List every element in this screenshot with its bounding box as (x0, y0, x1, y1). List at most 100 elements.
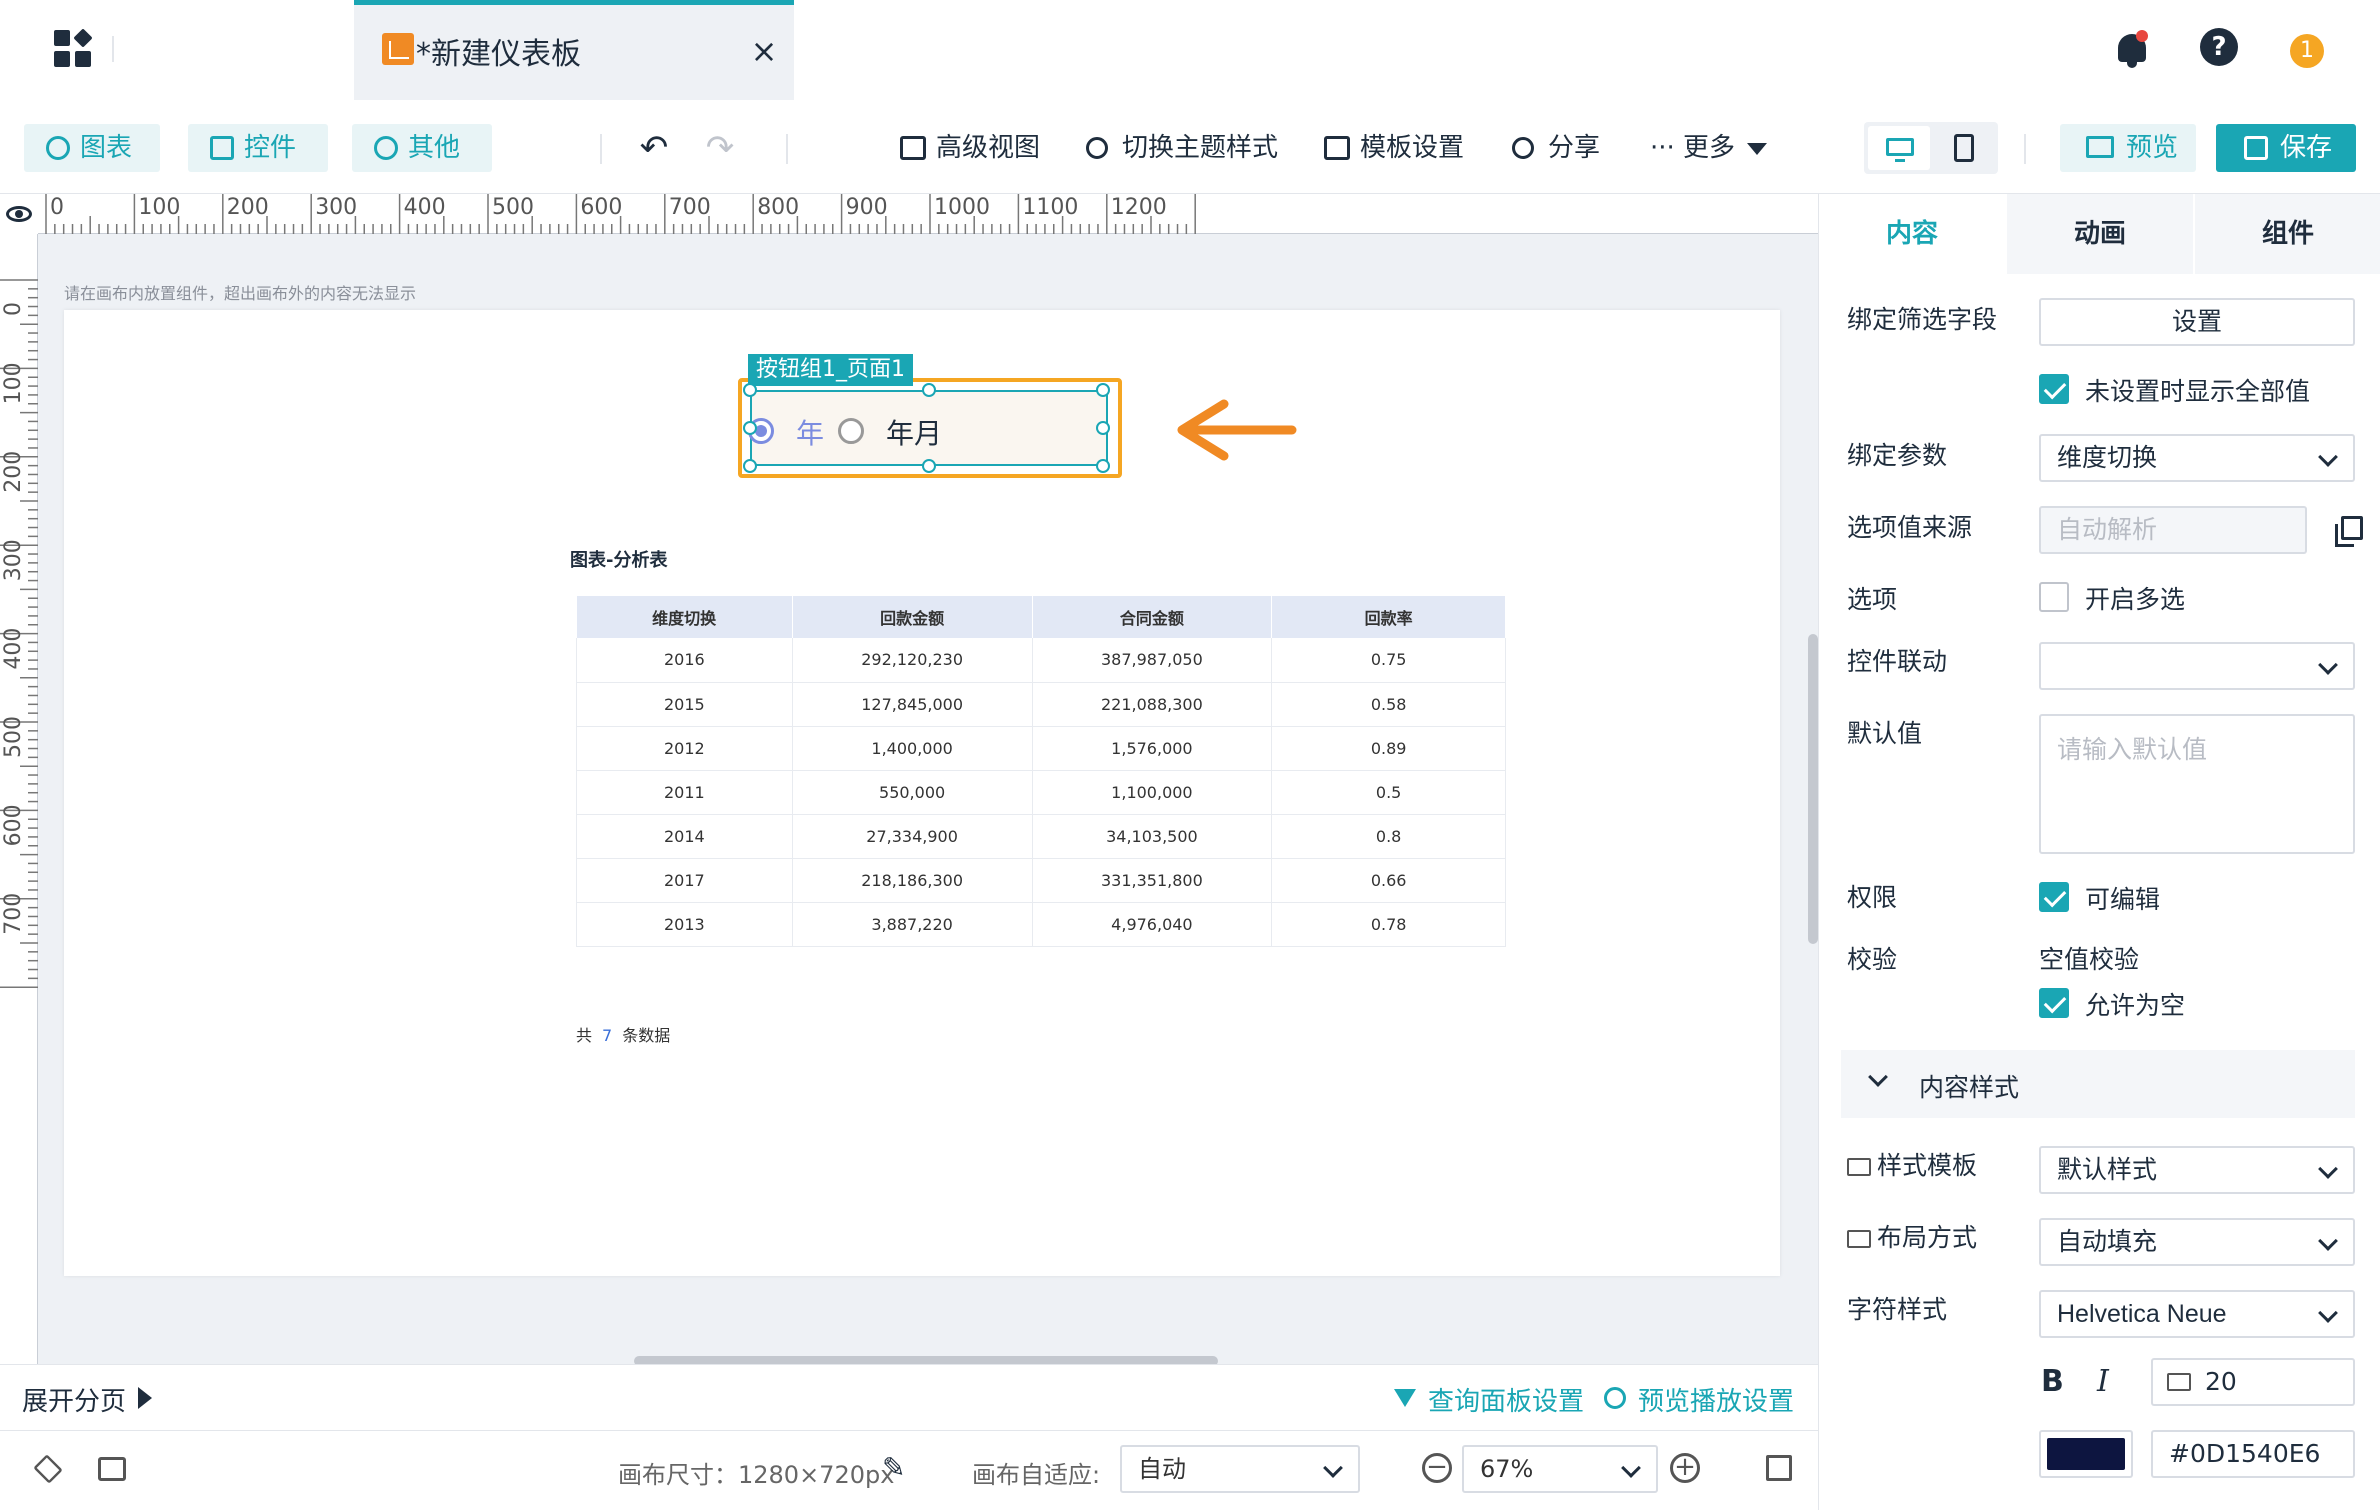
bind-filter-settings-button[interactable]: 设置 (2039, 298, 2355, 346)
resize-handle[interactable] (1096, 421, 1110, 435)
mobile-view-button[interactable] (1932, 126, 1994, 170)
monitor-icon (2167, 1373, 2191, 1391)
text-color-swatch[interactable] (2039, 1430, 2133, 1478)
advanced-view-icon (900, 136, 926, 160)
resize-handle[interactable] (922, 383, 936, 397)
zoom-out-button[interactable]: − (1422, 1453, 1452, 1483)
button-group-widget[interactable]: 年 年月 (743, 383, 1110, 473)
caret-right-icon[interactable] (138, 1387, 152, 1409)
fullscreen-icon[interactable] (1766, 1455, 1792, 1481)
allow-empty-checkbox[interactable] (2039, 988, 2069, 1018)
font-family-select[interactable]: Helvetica Neue (2039, 1290, 2355, 1338)
zoom-in-button[interactable]: + (1670, 1453, 1700, 1483)
preview-button[interactable]: 预览 (2060, 124, 2196, 172)
notification-bell-icon[interactable] (2114, 30, 2150, 70)
ruler-label: 500 (1, 716, 26, 758)
radio-yearmonth[interactable] (838, 418, 864, 444)
monitor-icon (1886, 138, 1914, 162)
share-button[interactable]: 分享 (1512, 124, 1600, 172)
table-cell: 2011 (576, 770, 793, 815)
vertical-scrollbar[interactable] (1808, 634, 1818, 944)
color-hex-input[interactable]: #0D1540E6 (2151, 1430, 2355, 1478)
save-button[interactable]: 保存 (2216, 124, 2356, 172)
table-cell: 3,887,220 (792, 902, 1033, 947)
app-grid-icon[interactable] (54, 28, 93, 68)
content-style-section[interactable]: 内容样式 (1841, 1050, 2355, 1118)
switch-theme-button[interactable]: 切换主题样式 (1086, 124, 1278, 172)
table-cell: 292,120,230 (792, 638, 1033, 683)
redo-icon[interactable]: ↷ (700, 128, 740, 168)
radio-year-label: 年 (796, 417, 825, 450)
content-style-label: 内容样式 (1919, 1073, 2020, 1102)
layout-select[interactable]: 自动填充 (2039, 1218, 2355, 1266)
keyboard-icon[interactable] (98, 1457, 126, 1481)
tab-title: *新建仪表板 (416, 37, 581, 72)
bind-param-select[interactable]: 维度切换 (2039, 434, 2355, 482)
multi-select-checkbox[interactable] (2039, 582, 2069, 612)
table-cell: 127,845,000 (792, 682, 1033, 727)
resize-handle[interactable] (922, 459, 936, 473)
preview-play-settings-link[interactable]: 预览播放设置 (1604, 1381, 1794, 1418)
expand-pages-button[interactable]: 展开分页 (22, 1381, 126, 1418)
layers-icon[interactable] (33, 1454, 63, 1484)
phone-icon (1954, 134, 1974, 162)
widget-label: 按钮组1_页面1 (748, 354, 913, 386)
style-template-select[interactable]: 默认样式 (2039, 1146, 2355, 1194)
italic-button[interactable]: I (2097, 1364, 2109, 1399)
option-source-label: 选项值来源 (1847, 513, 1973, 542)
help-icon[interactable]: ? (2200, 28, 2238, 66)
table-cell: 331,351,800 (1032, 858, 1273, 903)
zoom-select[interactable]: 67% (1462, 1445, 1658, 1493)
divider (2024, 134, 2026, 164)
edit-pencil-icon[interactable]: ✎ (882, 1451, 905, 1484)
editable-checkbox[interactable] (2039, 882, 2069, 912)
control-button[interactable]: 控件 (188, 124, 328, 172)
resize-handle[interactable] (743, 421, 757, 435)
preview-play-settings-label: 预览播放设置 (1638, 1387, 1795, 1417)
advanced-view-button[interactable]: 高级视图 (900, 124, 1040, 172)
bold-button[interactable]: B (2041, 1364, 2064, 1399)
divider (112, 36, 114, 62)
desktop-view-button[interactable] (1868, 126, 1930, 170)
canvas-size-label: 画布尺寸：1280×720px (618, 1461, 895, 1489)
query-panel-settings-link[interactable]: 查询面板设置 (1394, 1381, 1584, 1418)
preview-icon (2086, 136, 2114, 158)
more-button[interactable]: ··· 更多 (1650, 124, 1768, 172)
resize-handle[interactable] (743, 383, 757, 397)
table-cell: 1,576,000 (1032, 726, 1273, 771)
resize-handle[interactable] (1096, 459, 1110, 473)
show-all-checkbox[interactable] (2039, 374, 2069, 404)
editable-label: 可编辑 (2085, 885, 2161, 914)
ruler-label: 1000 (934, 195, 990, 220)
document-tab[interactable]: *新建仪表板 × (354, 0, 794, 100)
chart-button[interactable]: 图表 (24, 124, 160, 172)
table-header-cell: 维度切换 (576, 596, 793, 638)
undo-icon[interactable]: ↶ (634, 128, 674, 168)
resize-handle[interactable] (743, 459, 757, 473)
ruler-label: 0 (50, 195, 64, 220)
arrow-left-icon (1177, 398, 1298, 462)
other-button[interactable]: 其他 (352, 124, 492, 172)
tab-content[interactable]: 内容 (1819, 194, 2005, 274)
copy-icon[interactable] (2335, 516, 2363, 547)
preview-label: 预览 (2126, 133, 2179, 163)
style-template-label: 样式模板 (1847, 1146, 1977, 1182)
user-avatar[interactable]: 1 (2290, 34, 2324, 68)
table-cell: 2016 (576, 638, 793, 683)
font-size-input[interactable]: 20 (2151, 1358, 2355, 1406)
tab-component[interactable]: 组件 (2195, 194, 2380, 274)
linkage-select[interactable] (2039, 642, 2355, 690)
close-icon[interactable]: × (748, 31, 780, 71)
dashboard-canvas[interactable]: 按钮组1_页面1 年 年月 图表-分析表 维度切换 回款金额 合同金额 回款率 201… (64, 310, 1780, 1276)
default-value-input[interactable]: 请输入默认值 (2039, 714, 2355, 854)
eye-icon[interactable] (6, 206, 32, 222)
save-icon (2244, 136, 2268, 160)
tab-animation[interactable]: 动画 (2007, 194, 2193, 274)
radio-yearmonth-label: 年月 (886, 417, 943, 450)
ruler-label: 700 (1, 893, 26, 935)
resize-handle[interactable] (1096, 383, 1110, 397)
dashboard-icon (382, 33, 414, 65)
more-circle-icon (374, 136, 398, 160)
canvas-adapt-select[interactable]: 自动 (1120, 1445, 1360, 1493)
template-settings-button[interactable]: 模板设置 (1324, 124, 1464, 172)
